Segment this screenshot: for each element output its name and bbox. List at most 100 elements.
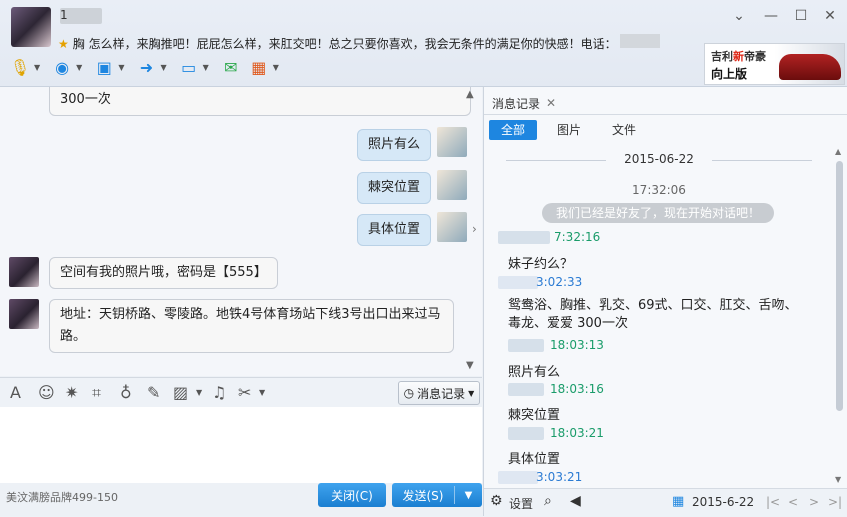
next-page-icon[interactable]: > [809,495,819,509]
clock-icon: ◷ [403,386,415,400]
message-bubble: 棘突位置 [357,172,432,204]
emoji-icon[interactable]: ☺ [38,383,55,402]
chevron-down-icon[interactable]: ▼ [259,388,265,397]
message-time: 3:02:33 [536,275,583,289]
chevron-right-icon[interactable]: › [472,222,477,236]
message-time: 18:03:16 [550,382,604,396]
chat-messages[interactable]: 300一次 照片有么 棘突位置 具体位置 空间有我的照片哦，密码是【555】 地… [0,87,482,376]
chevron-down-icon[interactable]: ▼ [118,63,124,72]
chevron-down-icon[interactable]: ▼ [196,388,202,397]
history-message: 鸳鸯浴、胸推、乳交、69式、口交、肛交、舌吻、毒龙、爱爱 300一次 [508,298,798,331]
phone-mask [620,34,660,48]
microphone-icon: 🎙 [9,57,31,77]
voice-icon[interactable]: ♁ [120,383,132,402]
calendar-icon[interactable]: ▦ [672,494,684,509]
chevron-down-icon[interactable]: ▼ [76,63,82,72]
apps-button[interactable]: ▦ ▼ [247,54,285,80]
history-message: 棘突位置 [508,408,561,423]
my-avatar[interactable] [437,127,467,157]
my-avatar[interactable] [437,170,467,200]
close-button[interactable]: 关闭(C) [318,483,386,507]
sender-mask [508,383,544,396]
screenshot-icon[interactable]: ⌗ [92,383,101,403]
remote-desktop-button[interactable]: ▭ ▼ [177,54,215,80]
screen-share-button[interactable]: ▣ ▼ [92,54,130,80]
settings-label[interactable]: 设置 [509,495,533,512]
speaker-icon[interactable]: ◀︎ [570,493,581,509]
history-message: 妹子约么？ [508,257,574,272]
sender-mask [498,231,550,244]
search-icon[interactable]: ⌕ [544,493,552,509]
message-record-button[interactable]: ◷ 消息记录 ▼ [398,381,480,405]
last-page-icon[interactable]: >| [828,495,842,509]
chevron-down-icon[interactable]: ▼ [160,63,166,72]
ad-banner[interactable]: 吉利新帝豪 向上版 [704,43,845,85]
message-add-icon: ✉ [224,57,238,77]
maximize-icon[interactable]: ☐ [793,8,809,24]
message-time: 18:03:21 [550,426,604,440]
minimize-icon[interactable]: — [763,8,779,24]
scroll-up-arrow[interactable]: ▲ [466,89,474,100]
contact-name[interactable]: 1 [60,8,68,22]
history-date-picker[interactable]: 2015-6-22 [692,495,754,509]
scroll-down-arrow[interactable]: ▼ [466,360,474,371]
file-transfer-button[interactable]: ➜ ▼ [134,54,172,80]
contact-avatar[interactable] [9,257,39,287]
message-time: 3:03:21 [536,470,583,484]
star-icon: ★ [58,37,69,51]
prev-page-icon[interactable]: < [788,495,798,509]
my-avatar[interactable] [437,212,467,242]
sender-mask [498,471,538,484]
contact-avatar[interactable] [11,7,51,47]
camera-icon: ◉ [55,57,70,77]
apps-icon: ▦ [251,57,267,77]
history-footer: ⚙ 设置 ⌕ ◀︎ ▦ 2015-6-22 |< < > >| [484,488,847,517]
brand-text[interactable]: 美汶满膀品牌499-150 [6,489,118,505]
sender-mask [508,427,544,440]
font-icon[interactable]: A [10,383,21,402]
ad-subtitle: 向上版 [711,67,748,81]
filter-files[interactable]: 文件 [599,120,649,140]
contact-avatar[interactable] [9,299,39,329]
history-scrollbar[interactable]: ▲ ▼ [835,147,844,487]
image-icon[interactable]: ▨ [173,383,188,402]
chevron-down-icon[interactable]: ▼ [455,490,482,501]
contact-signature: ★ 胸 怎么样，来胸推吧！屁屁怎么样，来肛交吧！总之只要你喜欢，我会无条件的满足你… [58,37,617,51]
gear-icon[interactable]: ⚙ [490,493,503,509]
message-add-button[interactable]: ✉ [219,54,243,80]
scissors-icon[interactable]: ✂ [238,383,251,402]
message-input[interactable] [0,407,482,483]
scroll-up-arrow[interactable]: ▲ [835,147,841,156]
history-date: 2015-06-22 [624,152,694,166]
close-icon[interactable]: ✕ [822,8,838,24]
top-toolbar: 🎙 ▼ ◉ ▼ ▣ ▼ ➜ ▼ ▭ ▼ ✉ ▦ ▼ [8,54,285,80]
chat-window: 1 ⌄ — ☐ ✕ ★ 胸 怎么样，来胸推吧！屁屁怎么样，来肛交吧！总之只要你喜欢… [0,0,847,517]
scroll-down-arrow[interactable]: ▼ [835,475,841,484]
music-icon[interactable]: ♫ [212,383,226,402]
car-image [779,54,841,80]
voice-call-button[interactable]: 🎙 ▼ [8,54,46,80]
nudge-icon[interactable]: ✷ [65,383,78,402]
scroll-thumb[interactable] [836,161,843,411]
tab-message-record[interactable]: 消息记录 ✕ [492,92,556,114]
message-bubble: 具体位置 [357,214,432,246]
video-call-button[interactable]: ◉ ▼ [50,54,88,80]
chevron-down-icon[interactable]: ▼ [203,63,209,72]
edit-icon[interactable]: ✎ [147,383,160,402]
chevron-down-icon[interactable]: ▼ [34,63,40,72]
chevron-down-icon: ▼ [468,388,475,398]
ad-title: 吉利新帝豪 [711,50,766,63]
sender-mask [508,339,544,352]
message-bubble: 空间有我的照片哦，密码是【555】 [49,257,278,289]
message-bubble: 300一次 [49,87,471,116]
message-bubble: 照片有么 [357,129,432,161]
send-button[interactable]: 发送(S) ▼ [392,483,482,507]
filter-images[interactable]: 图片 [544,120,594,140]
message-bubble: 地址：天钥桥路、零陵路。地铁4号体育场站下线3号出口出来过马路。 [49,299,454,353]
chevron-down-icon[interactable]: ⌄ [731,8,747,24]
filter-all[interactable]: 全部 [489,120,537,140]
send-label[interactable]: 发送(S) [392,487,454,504]
first-page-icon[interactable]: |< [766,495,780,509]
chevron-down-icon[interactable]: ▼ [273,63,279,72]
close-icon[interactable]: ✕ [546,96,556,110]
